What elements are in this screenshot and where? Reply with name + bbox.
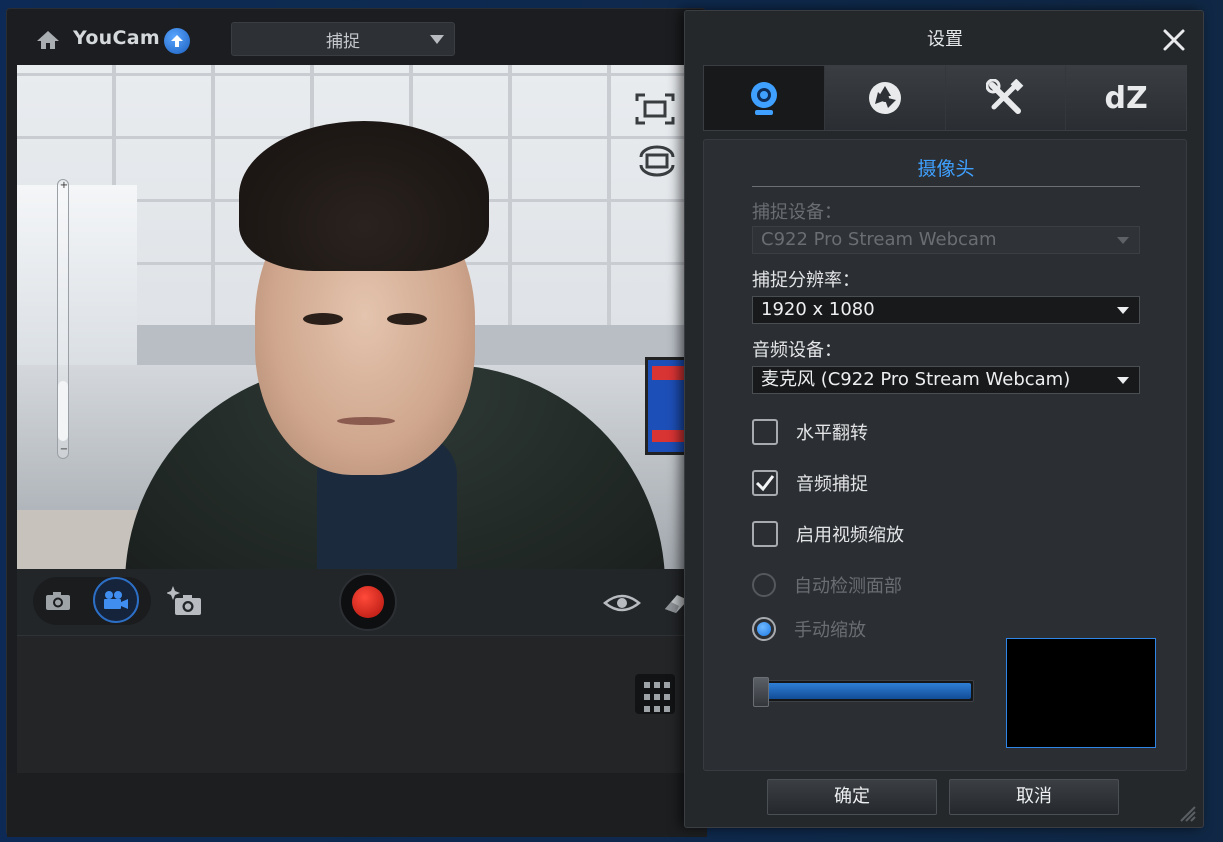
- record-button[interactable]: [339, 573, 397, 631]
- tools-icon: [986, 79, 1024, 114]
- camera-preview: [17, 65, 707, 569]
- zoom-in-icon[interactable]: +: [59, 181, 69, 191]
- chevron-down-icon: [430, 35, 444, 44]
- cancel-button[interactable]: 取消: [949, 779, 1119, 815]
- eye-icon[interactable]: [603, 591, 641, 615]
- settings-tabs: dZ: [703, 65, 1187, 131]
- dialog-title: 设置: [927, 29, 963, 50]
- manual-zoom-slider-fill: [757, 683, 971, 699]
- checkmark-icon: [755, 475, 775, 492]
- resolution-label: 捕捉分辨率：: [752, 270, 860, 291]
- video-camera-icon: [104, 591, 128, 609]
- ok-button[interactable]: 确定: [767, 779, 937, 815]
- preview-mouth: [337, 417, 395, 425]
- audio-device-dropdown[interactable]: 麦克风 (C922 Pro Stream Webcam): [752, 366, 1140, 394]
- auto-detect-face-option: 自动检测面部: [752, 571, 902, 599]
- media-gallery: [17, 635, 707, 773]
- preview-eye: [303, 313, 343, 325]
- dz-logo: dZ: [1104, 80, 1148, 116]
- audio-device-label: 音频设备：: [752, 340, 842, 361]
- grid-view-icon[interactable]: [635, 674, 675, 714]
- manual-zoom-option: 手动缩放: [752, 615, 866, 643]
- title-bar: YouCam 捕捉: [7, 9, 707, 65]
- photo-mode-button[interactable]: [41, 586, 75, 616]
- video-zoom-option[interactable]: 启用视频缩放: [752, 520, 904, 548]
- video-zoom-label: 启用视频缩放: [796, 525, 904, 546]
- burst-photo-button[interactable]: [165, 583, 205, 619]
- home-icon[interactable]: [35, 29, 61, 51]
- video-zoom-checkbox[interactable]: [752, 521, 778, 547]
- preview-eye: [387, 313, 427, 325]
- sparkle-camera-icon: [167, 586, 201, 615]
- chevron-down-icon: [1117, 307, 1129, 314]
- zoom-out-icon[interactable]: −: [59, 445, 69, 455]
- manual-zoom-slider-thumb: [753, 677, 769, 707]
- resolution-value: 1920 x 1080: [761, 299, 875, 320]
- manual-zoom-radio: [752, 617, 776, 641]
- chevron-down-icon: [1117, 377, 1129, 384]
- capture-toolbar: [17, 569, 707, 635]
- app-title: YouCam: [73, 27, 160, 49]
- desktop-background: YouCam 捕捉 + − 设置 dZ 摄像头 捕捉设备： C922 Pro S…: [0, 0, 1223, 842]
- capture-device-value: C922 Pro Stream Webcam: [761, 229, 997, 250]
- status-bar: [7, 773, 707, 837]
- camera-settings-panel: 摄像头 捕捉设备： C922 Pro Stream Webcam 捕捉分辨率： …: [703, 139, 1187, 771]
- webcam-icon: [750, 82, 777, 115]
- horizontal-flip-label: 水平翻转: [796, 423, 868, 444]
- manual-zoom-slider: [753, 677, 974, 707]
- capture-device-dropdown: C922 Pro Stream Webcam: [752, 226, 1140, 254]
- tab-camera-effects[interactable]: [824, 66, 946, 130]
- mode-dropdown-value: 捕捉: [326, 31, 360, 52]
- audio-capture-label: 音频捕捉: [796, 474, 868, 495]
- audio-capture-option[interactable]: 音频捕捉: [752, 469, 868, 497]
- video-mode-button[interactable]: [93, 577, 139, 623]
- tab-webcam[interactable]: [704, 66, 825, 130]
- close-icon[interactable]: [1159, 25, 1189, 55]
- mode-dropdown[interactable]: 捕捉: [231, 22, 455, 56]
- tab-director-zone[interactable]: dZ: [1066, 66, 1186, 130]
- record-icon: [352, 586, 384, 618]
- horizontal-flip-checkbox[interactable]: [752, 419, 778, 445]
- settings-dialog: 设置 dZ 摄像头 捕捉设备： C922 Pro Stream Webcam 捕…: [684, 10, 1204, 828]
- resolution-dropdown[interactable]: 1920 x 1080: [752, 296, 1140, 324]
- aperture-icon: [868, 82, 901, 114]
- resize-grip-icon[interactable]: [1175, 801, 1197, 823]
- zoom-preview-box: [1006, 638, 1156, 748]
- zoom-slider-thumb[interactable]: [58, 381, 68, 441]
- camera-icon: [46, 592, 70, 610]
- audio-capture-checkbox[interactable]: [752, 470, 778, 496]
- auto-detect-face-radio: [752, 573, 776, 597]
- manual-zoom-label: 手动缩放: [794, 620, 866, 641]
- section-title: 摄像头: [917, 158, 975, 180]
- youcam-window: YouCam 捕捉 + −: [6, 8, 707, 837]
- fit-screen-icon[interactable]: [635, 93, 675, 125]
- capture-device-label: 捕捉设备：: [752, 202, 842, 223]
- section-divider: [752, 186, 1140, 187]
- upgrade-icon[interactable]: [164, 28, 190, 54]
- rotate-icon[interactable]: [635, 143, 679, 179]
- preview-person-hair: [239, 121, 489, 271]
- auto-detect-face-label: 自动检测面部: [794, 576, 902, 597]
- chevron-down-icon: [1117, 237, 1129, 244]
- tab-tools[interactable]: [945, 66, 1067, 130]
- horizontal-flip-option[interactable]: 水平翻转: [752, 418, 868, 446]
- audio-device-value: 麦克风 (C922 Pro Stream Webcam): [761, 369, 1071, 390]
